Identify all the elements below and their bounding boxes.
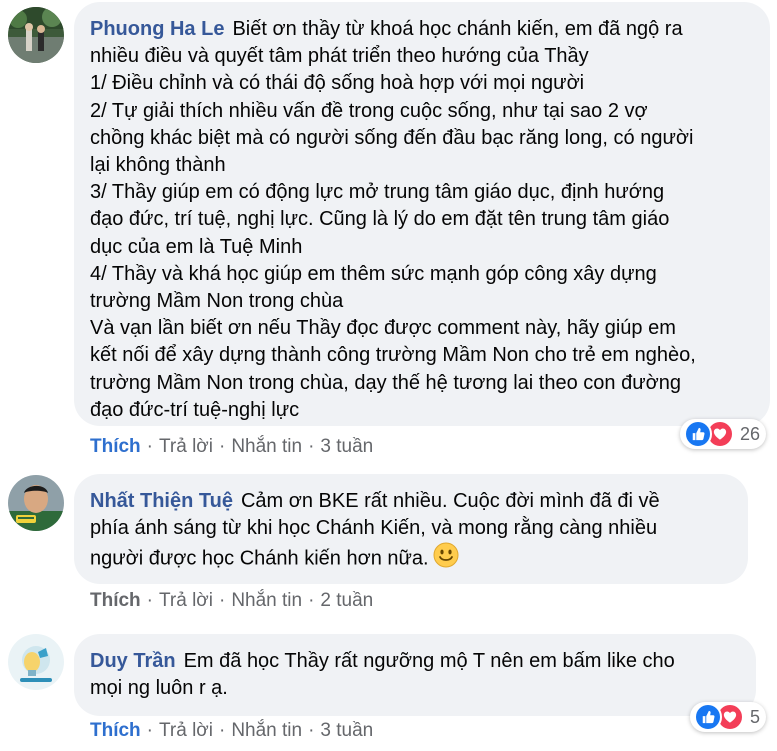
- message-link[interactable]: Nhắn tin: [231, 590, 302, 611]
- like-link[interactable]: Thích: [90, 590, 141, 611]
- like-reaction-icon: [694, 703, 722, 731]
- like-reaction-icon: [684, 420, 712, 448]
- smiley-face-icon: [433, 542, 459, 576]
- reply-link[interactable]: Trả lời: [159, 436, 213, 457]
- reaction-count: 26: [740, 423, 761, 444]
- message-link[interactable]: Nhắn tin: [231, 436, 302, 457]
- like-link[interactable]: Thích: [90, 720, 141, 741]
- comment-text-line: trường Mầm Non trong chùa: [90, 290, 344, 313]
- comment-text-line: nhiều điều và quyết tâm phát triển theo …: [90, 45, 589, 68]
- comment-bubble: Nhất Thiện Tuệ Cảm ơn BKE rất nhiều. Cuộc…: [74, 474, 748, 584]
- avatar[interactable]: [8, 634, 64, 690]
- timestamp[interactable]: 3 tuần: [320, 436, 373, 457]
- comment-text-line: mọi ng luôn r ạ.: [90, 677, 228, 700]
- comment-actions: Thích · Trả lời · Nhắn tin · 2 tuần: [90, 590, 373, 612]
- comment-text-line: chồng khác biệt mà có người sống đến đầu…: [90, 126, 694, 149]
- comment-text-line: người được học Chánh kiến hơn nữa.: [90, 547, 429, 570]
- separator: ·: [308, 720, 315, 741]
- comment-bubble: Duy Trần Em đã học Thầy rất ngưỡng mộ T n…: [74, 634, 756, 716]
- reaction-summary[interactable]: 5: [690, 702, 767, 732]
- separator: ·: [218, 590, 226, 611]
- comment-actions: Thích · Trả lời · Nhắn tin · 3 tuần: [90, 436, 373, 458]
- timestamp[interactable]: 2 tuần: [320, 590, 373, 611]
- comment-author[interactable]: Nhất Thiện Tuệ: [90, 490, 233, 512]
- separator: ·: [308, 590, 315, 611]
- separator: ·: [146, 590, 153, 611]
- reaction-count: 5: [750, 706, 761, 727]
- comment-text-line: Cảm ơn BKE rất nhiều. Cuộc đời mình đã đ…: [240, 490, 660, 512]
- separator: ·: [308, 436, 315, 457]
- comment-author[interactable]: Duy Trần: [90, 650, 176, 672]
- comment-author[interactable]: Phuong Ha Le: [90, 18, 224, 40]
- comment-text-line: phía ánh sáng từ khi học Chánh Kiến, và …: [90, 517, 658, 540]
- separator: ·: [218, 436, 226, 457]
- message-link[interactable]: Nhắn tin: [231, 720, 302, 741]
- separator: ·: [146, 436, 153, 457]
- timestamp[interactable]: 3 tuần: [320, 720, 373, 741]
- comment-text-line: lại không thành: [90, 154, 226, 177]
- comment-text-line: Biết ơn thầy từ khoá học chánh kiến, em …: [232, 18, 683, 40]
- comment-text-line: trường Mầm Non trong chùa, dạy thế hệ tư…: [90, 371, 681, 394]
- comment-text-line: 3/ Thầy giúp em có động lực mở trung tâm…: [90, 181, 665, 204]
- reply-link[interactable]: Trả lời: [159, 720, 213, 741]
- comment-bubble: Phuong Ha Le Biết ơn thầy từ khoá học chá…: [74, 2, 770, 426]
- reply-link[interactable]: Trả lời: [159, 590, 213, 611]
- comment-text-line: 2/ Tự giải thích nhiều vấn đề trong cuộc…: [90, 99, 648, 122]
- comment-text-line: Em đã học Thầy rất ngưỡng mộ T nên em bấ…: [183, 650, 675, 672]
- comment-actions: Thích · Trả lời · Nhắn tin · 3 tuần: [90, 720, 373, 742]
- separator: ·: [146, 720, 153, 741]
- comment-text-line: 1/ Điều chỉnh và có thái độ sống hoà hợp…: [90, 72, 585, 95]
- comment-text-line: 4/ Thầy và khá học giúp em thêm sức mạnh…: [90, 262, 657, 285]
- reaction-summary[interactable]: 26: [680, 419, 767, 449]
- avatar[interactable]: [8, 7, 64, 63]
- comment-text-line: Và vạn lần biết ơn nếu Thầy đọc được com…: [90, 317, 676, 340]
- comment-text-line: đạo đức, trí tuệ, nghị lực. Cũng là lý d…: [90, 208, 670, 231]
- separator: ·: [218, 720, 226, 741]
- comment-text-line: dục của em là Tuệ Minh: [90, 235, 303, 258]
- comment-text-line: đạo đức-trí tuệ-nghị lực: [90, 398, 300, 421]
- avatar[interactable]: [8, 475, 64, 531]
- like-link[interactable]: Thích: [90, 436, 141, 457]
- comment-text-line: kết nối để xây dựng thành công trường Mầ…: [90, 344, 696, 367]
